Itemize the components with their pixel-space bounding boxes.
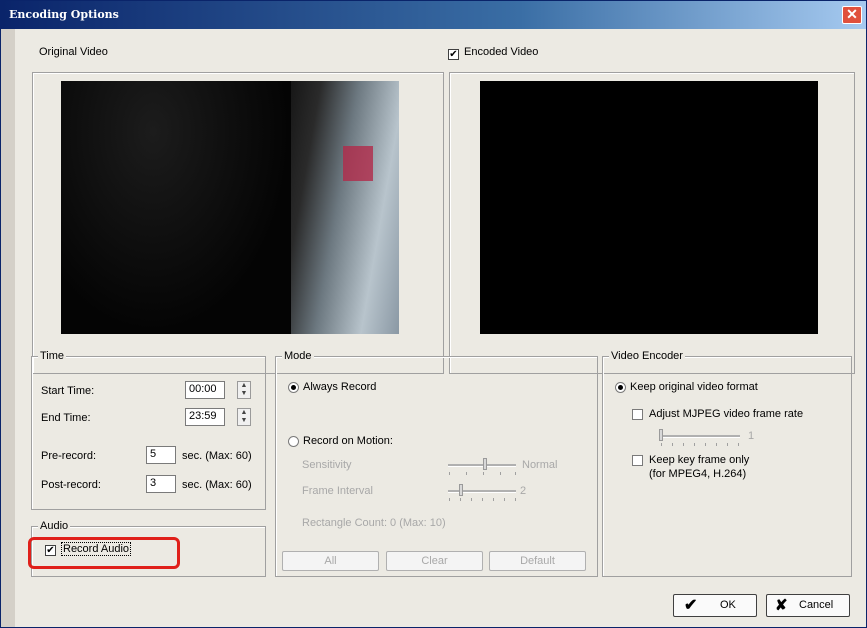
ok-button-label: OK — [720, 599, 736, 611]
video-shadow-shape — [61, 81, 291, 334]
time-groupbox: Time Start Time: 00:00 ▲ ▼ End Time: 23:5… — [31, 350, 266, 510]
encoded-video-frame — [480, 81, 818, 334]
post-record-label: Post-record: — [41, 479, 101, 491]
window-title: Encoding Options — [9, 8, 119, 21]
sensitivity-ticks — [448, 472, 516, 476]
always-record-radio[interactable] — [288, 382, 299, 393]
keep-original-radio[interactable] — [615, 382, 626, 393]
default-button[interactable]: Default — [489, 551, 586, 571]
mjpeg-slider-track — [660, 435, 740, 438]
clear-button[interactable]: Clear — [386, 551, 483, 571]
frame-interval-ticks — [448, 498, 516, 502]
pre-record-label: Pre-record: — [41, 450, 97, 462]
sensitivity-label: Sensitivity — [302, 459, 352, 471]
close-icon[interactable]: ✕ — [842, 6, 862, 24]
sensitivity-value: Normal — [522, 459, 558, 471]
sensitivity-slider-thumb[interactable] — [483, 458, 487, 470]
end-time-label: End Time: — [41, 412, 91, 424]
mode-groupbox: Mode Always Record Record on Motion: Sen… — [275, 350, 598, 577]
post-record-field[interactable]: 3 — [146, 475, 176, 493]
always-record-label: Always Record — [303, 381, 377, 393]
time-group-title: Time — [38, 350, 67, 362]
keyframe-only-label: Keep key frame only — [649, 454, 750, 466]
keep-original-label: Keep original video format — [630, 381, 758, 393]
mjpeg-ticks — [660, 443, 740, 447]
encoded-video-label: Encoded Video — [464, 46, 539, 58]
encoding-options-dialog: Encoding Options ✕ Original Video ✔ Enco… — [0, 0, 867, 628]
post-record-note: sec. (Max: 60) — [182, 479, 252, 491]
original-video-panel — [32, 72, 444, 374]
mjpeg-value: 1 — [748, 430, 755, 442]
frame-interval-label: Frame Interval — [302, 485, 373, 497]
keyframe-only-note: (for MPEG4, H.264) — [649, 468, 747, 480]
frame-interval-slider-thumb[interactable] — [459, 484, 463, 496]
start-time-field[interactable]: 00:00 — [185, 381, 225, 399]
rectangle-count-label: Rectangle Count: 0 (Max: 10) — [302, 517, 446, 529]
adjust-mjpeg-checkbox[interactable] — [632, 409, 643, 420]
dialog-body: Original Video ✔ Encoded Video Time Star… — [15, 29, 866, 627]
adjust-mjpeg-label: Adjust MJPEG video frame rate — [649, 408, 804, 420]
encoded-video-panel — [449, 72, 855, 374]
x-icon: ✘ — [775, 597, 788, 614]
frame-interval-value: 2 — [520, 485, 527, 497]
audio-group-title: Audio — [38, 520, 71, 532]
ok-button[interactable]: ✔ OK — [673, 594, 757, 617]
video-encoder-group-title: Video Encoder — [609, 350, 685, 362]
cancel-button-label: Cancel — [799, 599, 834, 611]
encoded-video-checkbox[interactable]: ✔ — [448, 49, 459, 60]
cancel-button[interactable]: ✘ Cancel — [766, 594, 850, 617]
keyframe-only-checkbox[interactable] — [632, 455, 643, 466]
sensitivity-slider-track — [448, 464, 516, 467]
record-audio-highlight — [28, 537, 180, 569]
original-video-label: Original Video — [39, 46, 108, 58]
end-time-field[interactable]: 23:59 — [185, 408, 225, 426]
pre-record-note: sec. (Max: 60) — [182, 450, 252, 462]
checkmark-icon: ✔ — [684, 597, 698, 614]
mode-group-title: Mode — [282, 350, 314, 362]
pre-record-field[interactable]: 5 — [146, 446, 176, 464]
video-red-object — [343, 146, 373, 181]
start-time-spinner[interactable]: ▲ ▼ — [237, 381, 251, 399]
original-video-frame — [61, 81, 399, 334]
title-bar[interactable]: Encoding Options ✕ — [1, 1, 866, 29]
all-button[interactable]: All — [282, 551, 379, 571]
record-on-motion-radio[interactable] — [288, 436, 299, 447]
end-time-spinner[interactable]: ▲ ▼ — [237, 408, 251, 426]
mjpeg-slider-thumb[interactable] — [659, 429, 663, 441]
video-encoder-groupbox: Video Encoder Keep original video format… — [602, 350, 852, 577]
start-time-label: Start Time: — [41, 385, 95, 397]
record-on-motion-label: Record on Motion: — [303, 435, 393, 447]
